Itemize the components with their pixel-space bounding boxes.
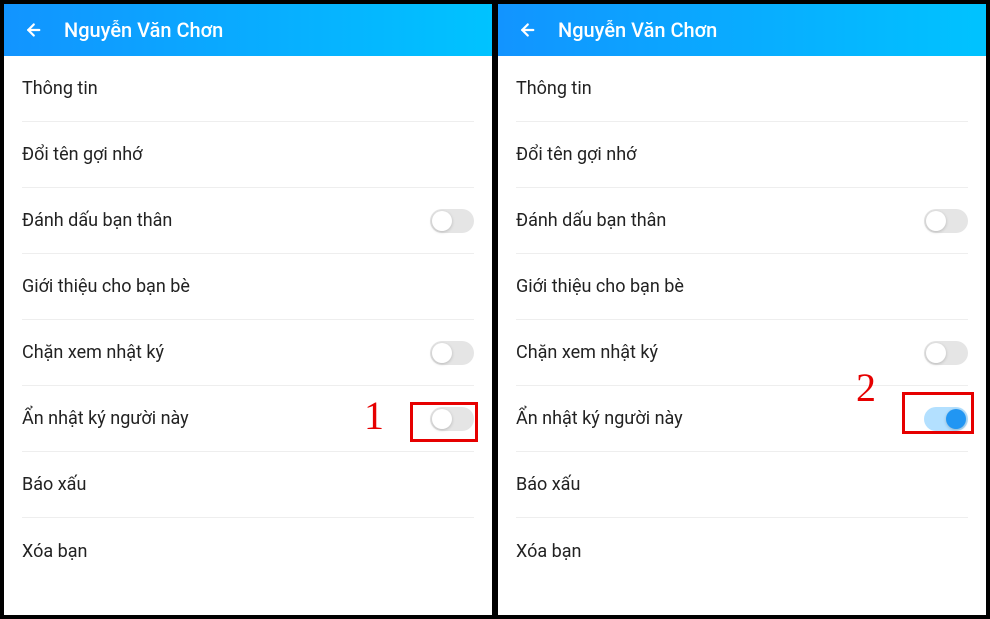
page-title: Nguyễn Văn Chơn bbox=[64, 18, 223, 42]
row-label: Đánh dấu bạn thân bbox=[22, 210, 430, 231]
row-gioi-thieu[interactable]: Giới thiệu cho bạn bè bbox=[516, 254, 968, 320]
pane-right: Nguyễn Văn Chơn Thông tin Đổi tên gợi nh… bbox=[498, 4, 986, 615]
toggle-best-friend[interactable] bbox=[924, 209, 968, 233]
row-label: Đổi tên gợi nhớ bbox=[22, 144, 474, 165]
row-an-nhat-ky[interactable]: Ẩn nhật ký người này bbox=[516, 386, 968, 452]
toggle-block-diary[interactable] bbox=[430, 341, 474, 365]
header: Nguyễn Văn Chơn bbox=[498, 4, 986, 56]
row-label: Đánh dấu bạn thân bbox=[516, 210, 924, 231]
row-danh-dau[interactable]: Đánh dấu bạn thân bbox=[22, 188, 474, 254]
row-chan-xem[interactable]: Chặn xem nhật ký bbox=[22, 320, 474, 386]
row-doi-ten[interactable]: Đổi tên gợi nhớ bbox=[516, 122, 968, 188]
back-icon[interactable] bbox=[512, 17, 538, 43]
toggle-hide-diary[interactable] bbox=[924, 407, 968, 431]
row-label: Chặn xem nhật ký bbox=[516, 342, 924, 363]
toggle-best-friend[interactable] bbox=[430, 209, 474, 233]
back-icon[interactable] bbox=[18, 17, 44, 43]
row-bao-xau[interactable]: Báo xấu bbox=[516, 452, 968, 518]
row-label: Thông tin bbox=[22, 78, 474, 99]
row-label: Chặn xem nhật ký bbox=[22, 342, 430, 363]
page-title: Nguyễn Văn Chơn bbox=[558, 18, 717, 42]
row-xoa-ban[interactable]: Xóa bạn bbox=[516, 518, 968, 584]
row-danh-dau[interactable]: Đánh dấu bạn thân bbox=[516, 188, 968, 254]
pane-left: Nguyễn Văn Chơn Thông tin Đổi tên gợi nh… bbox=[4, 4, 492, 615]
row-label: Ẩn nhật ký người này bbox=[22, 408, 430, 429]
row-bao-xau[interactable]: Báo xấu bbox=[22, 452, 474, 518]
row-label: Ẩn nhật ký người này bbox=[516, 408, 924, 429]
header: Nguyễn Văn Chơn bbox=[4, 4, 492, 56]
row-label: Giới thiệu cho bạn bè bbox=[22, 276, 474, 297]
row-chan-xem[interactable]: Chặn xem nhật ký bbox=[516, 320, 968, 386]
toggle-block-diary[interactable] bbox=[924, 341, 968, 365]
row-thong-tin[interactable]: Thông tin bbox=[22, 56, 474, 122]
row-label: Báo xấu bbox=[516, 474, 968, 495]
row-label: Báo xấu bbox=[22, 474, 474, 495]
row-thong-tin[interactable]: Thông tin bbox=[516, 56, 968, 122]
row-label: Xóa bạn bbox=[22, 541, 474, 562]
row-label: Giới thiệu cho bạn bè bbox=[516, 276, 968, 297]
row-gioi-thieu[interactable]: Giới thiệu cho bạn bè bbox=[22, 254, 474, 320]
row-label: Đổi tên gợi nhớ bbox=[516, 144, 968, 165]
toggle-hide-diary[interactable] bbox=[430, 407, 474, 431]
row-label: Thông tin bbox=[516, 78, 968, 99]
row-doi-ten[interactable]: Đổi tên gợi nhớ bbox=[22, 122, 474, 188]
row-label: Xóa bạn bbox=[516, 541, 968, 562]
settings-list: Thông tin Đổi tên gợi nhớ Đánh dấu bạn t… bbox=[498, 56, 986, 615]
row-xoa-ban[interactable]: Xóa bạn bbox=[22, 518, 474, 584]
row-an-nhat-ky[interactable]: Ẩn nhật ký người này bbox=[22, 386, 474, 452]
settings-list: Thông tin Đổi tên gợi nhớ Đánh dấu bạn t… bbox=[4, 56, 492, 615]
